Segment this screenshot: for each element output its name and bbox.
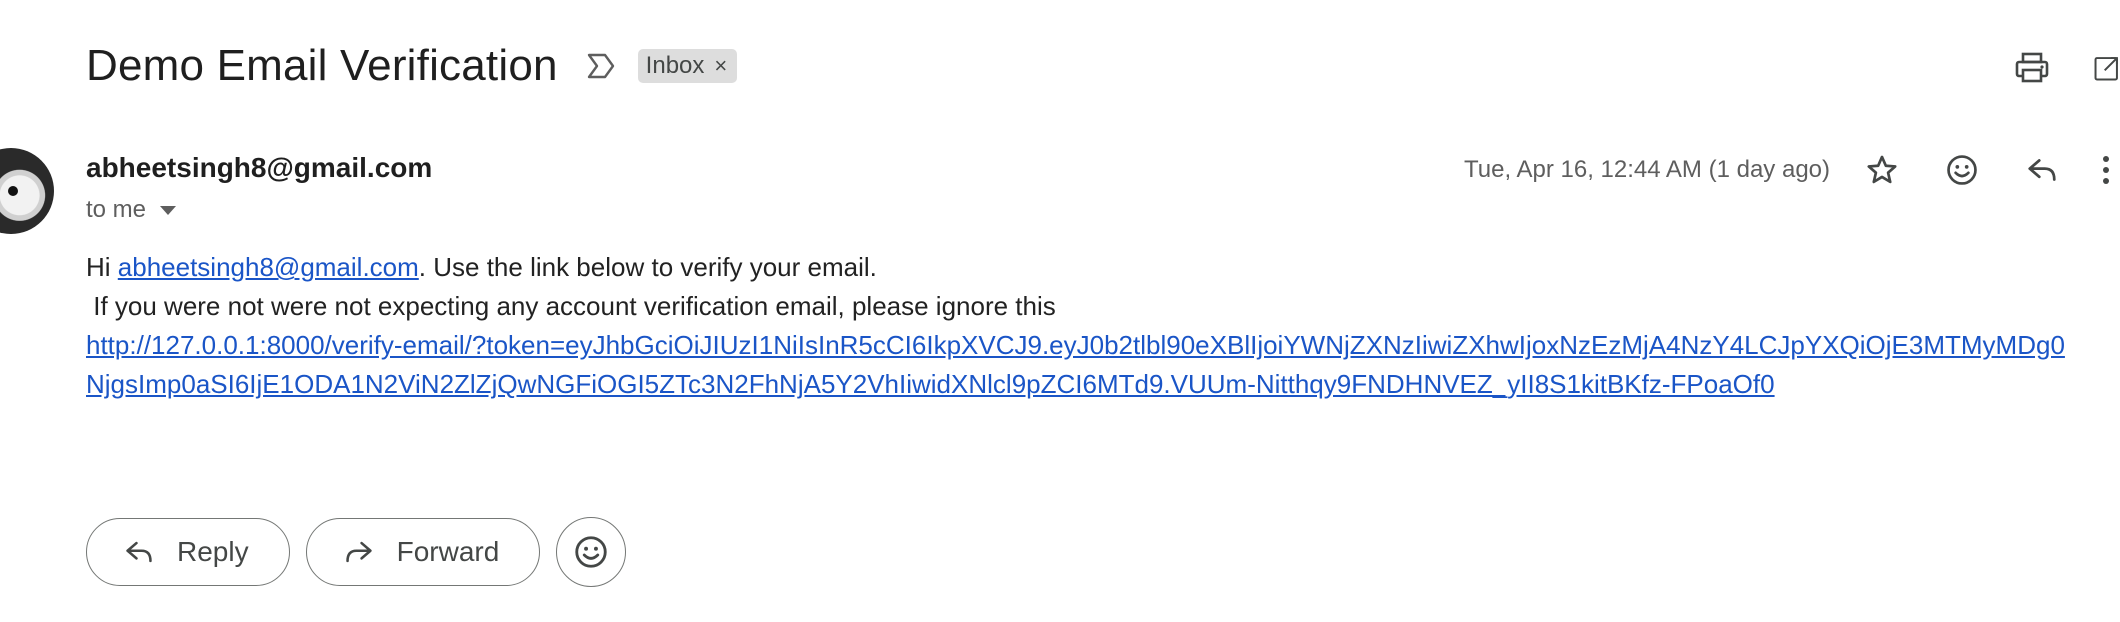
star-icon[interactable] (1860, 148, 1904, 192)
emoji-icon (573, 534, 609, 570)
sender-avatar[interactable] (0, 148, 54, 234)
greeting-suffix: . Use the link below to verify your emai… (418, 252, 877, 282)
print-icon[interactable] (2010, 46, 2054, 90)
reply-icon[interactable] (2020, 148, 2064, 192)
reply-icon (123, 538, 155, 566)
forward-button-label: Forward (396, 536, 500, 567)
more-vert-icon[interactable] (2100, 148, 2120, 192)
greeting-prefix: Hi (86, 252, 118, 282)
react-emoji-button[interactable] (556, 517, 627, 587)
email-subject: Demo Email Verification (86, 41, 558, 90)
sender-email[interactable]: abheetsingh8@gmail.com (86, 152, 432, 184)
email-body: Hi abheetsingh8@gmail.com. Use the link … (86, 248, 2116, 404)
reply-button-label: Reply (177, 536, 249, 567)
message-actions: Tue, Apr 16, 12:44 AM (1 day ago) (1464, 150, 2120, 190)
importance-marker-icon[interactable] (584, 49, 618, 83)
remove-label-icon[interactable]: × (714, 55, 727, 77)
verification-link[interactable]: http://127.0.0.1:8000/verify-email/?toke… (86, 330, 2065, 399)
reply-button[interactable]: Reply (86, 518, 290, 586)
label-chip-inbox[interactable]: Inbox × (637, 49, 738, 83)
label-chip-text: Inbox (645, 52, 705, 79)
message-date: Tue, Apr 16, 12:44 AM (1 day ago) (1464, 156, 1830, 183)
greeting-email-link[interactable]: abheetsingh8@gmail.com (118, 252, 419, 282)
reply-actions: Reply Forward (86, 517, 642, 587)
thread-toolbar (1970, 46, 2120, 90)
body-line-link: http://127.0.0.1:8000/verify-email/?toke… (86, 326, 2066, 404)
body-line-greeting: Hi abheetsingh8@gmail.com. Use the link … (86, 248, 2116, 287)
forward-button[interactable]: Forward (305, 518, 541, 586)
forward-icon (343, 538, 375, 566)
body-line-ignore: If you were not were not expecting any a… (86, 291, 1056, 321)
recipient-details-toggle[interactable]: to me (86, 196, 177, 224)
email-view: Demo Email Verification Inbox × abheetsi… (0, 0, 2120, 622)
chevron-down-icon (160, 205, 177, 215)
open-in-new-window-icon[interactable] (2094, 46, 2120, 90)
emoji-icon[interactable] (1940, 148, 1984, 192)
subject-row: Demo Email Verification Inbox × (86, 36, 738, 96)
recipient-label: to me (86, 196, 147, 223)
